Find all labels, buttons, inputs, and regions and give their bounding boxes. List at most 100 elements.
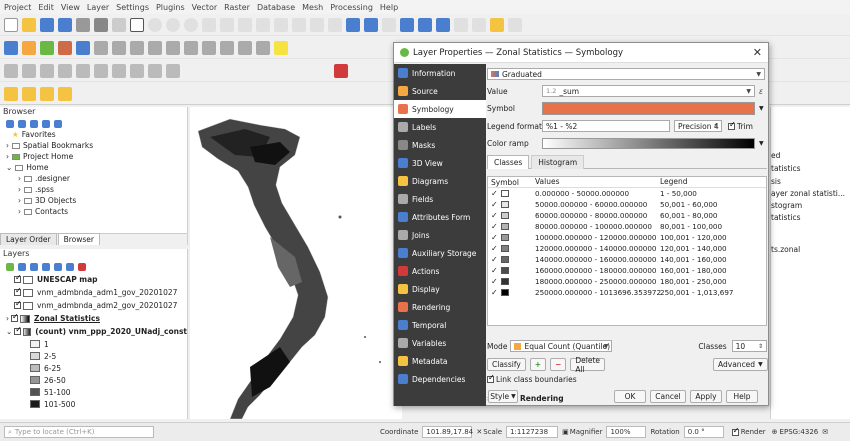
edit-pencil-icon[interactable] (94, 40, 108, 55)
class-legend[interactable]: 80,001 - 100,000 (660, 222, 765, 231)
add-database-icon[interactable] (76, 40, 90, 55)
class-values[interactable]: 100000.000000 - 120000.000000 (535, 233, 660, 242)
chevron-down-icon[interactable]: ▼ (759, 140, 764, 147)
class-checkbox[interactable]: ✓ (491, 288, 498, 297)
class-legend[interactable]: 60,001 - 80,000 (660, 211, 765, 220)
menu-mesh[interactable]: Mesh (302, 3, 323, 12)
class-values[interactable]: 0.000000 - 50000.000000 (535, 189, 660, 198)
magnifier-field[interactable]: 100% (606, 426, 647, 438)
class-symbol-swatch[interactable] (500, 223, 509, 230)
sidebar-item-3d-view[interactable]: 3D View (394, 154, 486, 172)
column-values[interactable]: Values (535, 177, 660, 187)
legend-format-input[interactable]: %1 - %2 (542, 120, 670, 132)
select-location-icon[interactable] (58, 86, 72, 101)
identify-icon[interactable] (382, 17, 396, 32)
menu-database[interactable]: Database (257, 3, 295, 12)
rotation-field[interactable]: 0.0 ° (683, 426, 724, 438)
class-legend[interactable]: 120,001 - 140,000 (660, 244, 765, 253)
expand-all-icon[interactable] (54, 262, 62, 271)
sidebar-item-source[interactable]: Source (394, 82, 486, 100)
sidebar-item-masks[interactable]: Masks (394, 136, 486, 154)
table-row[interactable]: ✓ 250000.000000 - 1013696.353972 250,001 -… (488, 287, 766, 298)
class-symbol-swatch[interactable] (500, 289, 509, 296)
color-ramp-button[interactable] (542, 138, 755, 149)
class-symbol-swatch[interactable] (500, 234, 509, 241)
class-legend[interactable]: 100,001 - 120,000 (660, 233, 765, 242)
precision-spinbox[interactable]: Precision 4 ⇕ (674, 120, 722, 132)
sidebar-item-attributes-form[interactable]: Attributes Form (394, 208, 486, 226)
menu-processing[interactable]: Processing (330, 3, 373, 12)
zoom-full-icon[interactable] (184, 17, 198, 32)
new-project-icon[interactable] (4, 17, 18, 32)
advanced-edit-icon[interactable] (4, 63, 18, 78)
temporal-icon[interactable] (364, 17, 378, 32)
sidebar-item-labels[interactable]: Labels (394, 118, 486, 136)
sidebar-item-auxiliary-storage[interactable]: Auxiliary Storage (394, 244, 486, 262)
layer-item[interactable]: vnm_admbnda_adm1_gov_20201027 (0, 286, 187, 299)
class-symbol-swatch[interactable] (500, 278, 509, 285)
select-features-icon[interactable] (4, 86, 18, 101)
reshape-icon[interactable] (148, 63, 162, 78)
sidebar-item-diagrams[interactable]: Diagrams (394, 172, 486, 190)
class-checkbox[interactable]: ✓ (491, 266, 498, 275)
style-manager-icon[interactable] (112, 17, 126, 32)
class-legend[interactable]: 180,001 - 250,000 (660, 277, 765, 286)
menu-layer[interactable]: Layer (87, 3, 109, 12)
collapse-layers-icon[interactable] (66, 262, 74, 271)
save-project-icon[interactable] (40, 17, 54, 32)
remove-layer-icon[interactable] (78, 262, 86, 271)
class-checkbox[interactable]: ✓ (491, 189, 498, 198)
remove-class-button[interactable]: − (550, 358, 567, 371)
annotation-icon[interactable] (508, 17, 522, 32)
menu-vector[interactable]: Vector (192, 3, 218, 12)
tab-classes[interactable]: Classes (487, 154, 530, 169)
zoom-next-icon[interactable] (274, 17, 288, 32)
legend-item[interactable]: 26-50 (0, 374, 187, 386)
paste-features-icon[interactable] (220, 40, 234, 55)
layer-item[interactable]: ⌄ (count) vnm_ppp_2020_UNadj_const (0, 325, 187, 338)
sidebar-item-symbology[interactable]: Symbology (394, 100, 486, 118)
table-row[interactable]: ✓ 50000.000000 - 60000.000000 50,001 - 60,… (488, 199, 766, 210)
table-row[interactable]: ✓ 100000.000000 - 120000.000000 100,001 - … (488, 232, 766, 243)
menu-view[interactable]: View (61, 3, 80, 12)
add-feature-icon[interactable] (130, 40, 144, 55)
sidebar-item-fields[interactable]: Fields (394, 190, 486, 208)
class-checkbox[interactable]: ✓ (491, 222, 498, 231)
layout-manager-icon[interactable] (94, 17, 108, 32)
class-values[interactable]: 80000.000000 - 100000.000000 (535, 222, 660, 231)
menu-settings[interactable]: Settings (116, 3, 149, 12)
tab-browser[interactable]: Browser (57, 233, 101, 245)
trim-checkbox[interactable] (728, 120, 736, 130)
lock-icon[interactable]: ▣ (562, 428, 569, 436)
link-boundaries-checkbox[interactable] (487, 373, 495, 383)
classify-button[interactable]: Classify (487, 358, 526, 371)
chevron-down-icon[interactable]: ▼ (759, 105, 764, 112)
class-values[interactable]: 120000.000000 - 140000.000000 (535, 244, 660, 253)
table-row[interactable]: ✓ 160000.000000 - 180000.000000 160,001 - … (488, 265, 766, 276)
deselect-icon[interactable] (40, 86, 54, 101)
close-icon[interactable]: ✕ (753, 46, 762, 59)
vertex-tool-icon[interactable] (148, 40, 162, 55)
class-values[interactable]: 60000.000000 - 80000.000000 (535, 211, 660, 220)
table-row[interactable]: ✓ 80000.000000 - 100000.000000 80,001 - 10… (488, 221, 766, 232)
copy-features-icon[interactable] (202, 40, 216, 55)
class-checkbox[interactable]: ✓ (491, 200, 498, 209)
print-layout-icon[interactable] (76, 17, 90, 32)
processing-item[interactable]: ts.zonal (771, 245, 800, 254)
sidebar-item-display[interactable]: Display (394, 280, 486, 298)
menu-edit[interactable]: Edit (38, 3, 54, 12)
add-vector-icon[interactable] (22, 40, 36, 55)
filter-browser-icon[interactable] (30, 119, 38, 128)
processing-item[interactable]: tatistics (771, 164, 801, 173)
class-symbol-swatch[interactable] (500, 245, 509, 252)
class-symbol-swatch[interactable] (500, 212, 509, 219)
processing-item[interactable]: stogram (771, 201, 802, 210)
class-checkbox[interactable]: ✓ (491, 255, 498, 264)
delete-ring-icon[interactable] (112, 63, 126, 78)
class-legend[interactable]: 160,001 - 180,000 (660, 266, 765, 275)
processing-item[interactable]: tatistics (771, 213, 801, 222)
class-checkbox[interactable]: ✓ (491, 211, 498, 220)
layer-visibility-checkbox[interactable] (14, 299, 22, 309)
tab-histogram[interactable]: Histogram (531, 154, 585, 169)
zoom-out-icon[interactable] (166, 17, 180, 32)
